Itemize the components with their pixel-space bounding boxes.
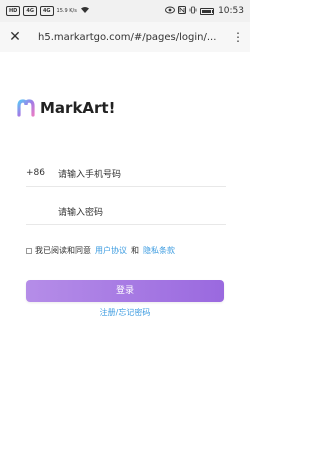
battery-icon (200, 7, 215, 15)
more-vertical-icon[interactable]: ⋮ (232, 31, 244, 43)
agreement-and: 和 (131, 246, 139, 255)
hd-badge: HD (6, 6, 21, 16)
status-bar: HD 4G 4G 15.9 K/s 10:53 (0, 0, 250, 22)
eye-icon (165, 6, 176, 16)
status-left: HD 4G 4G 15.9 K/s (6, 6, 90, 16)
agreement-text: 我已阅读和同意 (35, 246, 91, 255)
vibrate-icon (189, 6, 197, 16)
agreement-row: 我已阅读和同意 用户协议 和 隐私条款 (26, 245, 179, 256)
country-code[interactable]: +86 (26, 168, 58, 178)
app-name: MarkArt! (40, 99, 116, 117)
password-input[interactable]: 请输入密码 (58, 205, 103, 218)
network-4g-badge-2: 4G (39, 6, 54, 16)
status-right: 10:53 (165, 6, 244, 16)
nfc-icon (178, 6, 187, 16)
browser-address-bar: ✕ h5.markartgo.com/#/pages/login/... ⋮ (0, 22, 250, 52)
close-icon[interactable]: ✕ (8, 30, 22, 44)
password-field[interactable]: 请输入密码 (26, 198, 226, 225)
url-text[interactable]: h5.markartgo.com/#/pages/login/... (38, 32, 232, 43)
privacy-policy-link[interactable]: 隐私条款 (143, 245, 175, 256)
phone-input[interactable]: 请输入手机号码 (58, 167, 121, 180)
user-agreement-link[interactable]: 用户协议 (95, 245, 127, 256)
phone-field[interactable]: +86 请输入手机号码 (26, 160, 226, 187)
app-logo: MarkArt! (16, 98, 115, 118)
agreement-checkbox[interactable] (26, 247, 32, 254)
register-forgot-link[interactable]: 注册/忘记密码 (0, 307, 250, 318)
network-speed: 15.9 K/s (56, 7, 77, 14)
wifi-icon (80, 6, 90, 16)
login-screen: HD 4G 4G 15.9 K/s 10:53 ✕ h5.markartgo.c… (0, 0, 250, 450)
status-time: 10:53 (218, 6, 244, 16)
markart-logo-icon (17, 99, 35, 117)
login-button[interactable]: 登录 (26, 280, 224, 302)
network-4g-badge: 4G (23, 6, 37, 16)
